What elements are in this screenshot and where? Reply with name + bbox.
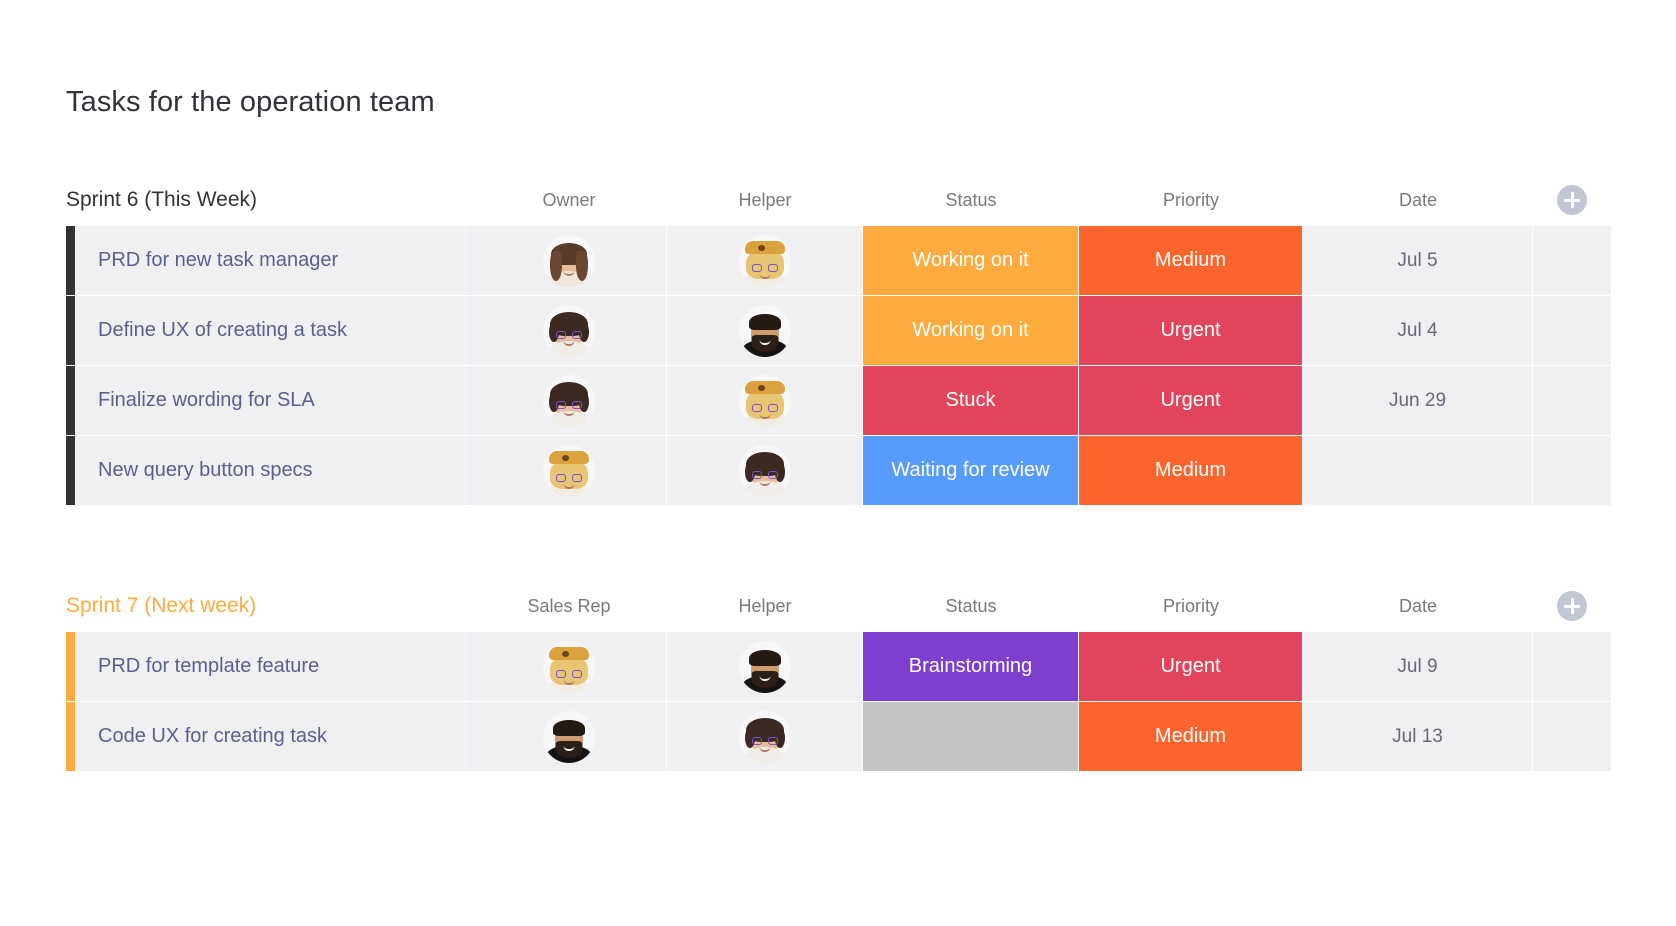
priority-cell[interactable]: Urgent [1079,632,1303,701]
add-column-button[interactable] [1557,185,1587,215]
priority-cell[interactable]: Medium [1079,436,1303,505]
row-accent-bar [66,226,75,295]
table-row[interactable]: PRD for new task manager Working on it Med… [66,226,1611,295]
priority-cell[interactable]: Urgent [1079,296,1303,365]
status-cell[interactable] [863,702,1079,771]
row-blank-cell[interactable] [1533,436,1611,505]
table-row[interactable]: New query button specs Waiting for review… [66,436,1611,505]
priority-cell[interactable]: Medium [1079,702,1303,771]
group-sprint-7: Sprint 7 (Next week) Sales Rep Helper St… [66,584,1611,772]
table-row[interactable]: Finalize wording for SLA Stuck Urgent Jun 2… [66,366,1611,435]
avatar[interactable] [542,710,595,763]
table-row[interactable]: PRD for template feature Brainstorming Urg… [66,632,1611,701]
date-cell[interactable]: Jul 5 [1303,226,1533,295]
add-column-button[interactable] [1557,591,1587,621]
row-accent-bar [66,702,75,771]
task-name-cell[interactable]: Finalize wording for SLA [66,366,471,435]
table-row[interactable]: Code UX for creating task Medium Jul 13 [66,702,1611,771]
column-header-status[interactable]: Status [863,190,1079,211]
column-header-helper[interactable]: Helper [667,596,863,617]
date-cell[interactable]: Jun 29 [1303,366,1533,435]
avatar[interactable] [738,374,791,427]
avatar[interactable] [542,234,595,287]
row-blank-cell[interactable] [1533,226,1611,295]
row-accent-bar [66,366,75,435]
avatar[interactable] [738,640,791,693]
avatar[interactable] [542,444,595,497]
helper-cell[interactable] [667,226,863,295]
avatar[interactable] [542,304,595,357]
helper-cell[interactable] [667,436,863,505]
helper-cell[interactable] [667,702,863,771]
status-cell[interactable]: Working on it [863,226,1079,295]
date-cell[interactable]: Jul 9 [1303,632,1533,701]
status-cell[interactable]: Working on it [863,296,1079,365]
column-header-helper[interactable]: Helper [667,190,863,211]
page-title: Tasks for the operation team [66,86,435,118]
column-header-date[interactable]: Date [1303,596,1533,617]
group-rows: PRD for template feature Brainstorming Urg… [66,632,1611,771]
task-name-cell[interactable]: Code UX for creating task [66,702,471,771]
status-cell[interactable]: Stuck [863,366,1079,435]
owner-cell[interactable] [471,702,667,771]
date-cell[interactable] [1303,436,1533,505]
group-sprint-6: Sprint 6 (This Week) Owner Helper Status… [66,178,1611,506]
row-accent-bar [66,296,75,365]
owner-cell[interactable] [471,436,667,505]
row-accent-bar [66,632,75,701]
table-row[interactable]: Define UX of creating a task Working on i… [66,296,1611,365]
row-blank-cell[interactable] [1533,702,1611,771]
group-header: Sprint 7 (Next week) Sales Rep Helper St… [66,584,1611,628]
task-name-cell[interactable]: New query button specs [66,436,471,505]
add-column-cell [1533,185,1611,215]
task-name-cell[interactable]: PRD for new task manager [66,226,471,295]
row-accent-bar [66,436,75,505]
priority-cell[interactable]: Medium [1079,226,1303,295]
task-name-cell[interactable]: Define UX of creating a task [66,296,471,365]
task-board: Tasks for the operation team Sprint 6 (T… [0,0,1676,926]
avatar[interactable] [738,444,791,497]
date-cell[interactable]: Jul 13 [1303,702,1533,771]
task-name-cell[interactable]: PRD for template feature [66,632,471,701]
column-header-sales-rep[interactable]: Sales Rep [471,596,667,617]
owner-cell[interactable] [471,296,667,365]
avatar[interactable] [738,710,791,763]
column-header-status[interactable]: Status [863,596,1079,617]
helper-cell[interactable] [667,366,863,435]
owner-cell[interactable] [471,226,667,295]
row-blank-cell[interactable] [1533,366,1611,435]
group-rows: PRD for new task manager Working on it Med… [66,226,1611,505]
status-cell[interactable]: Brainstorming [863,632,1079,701]
status-cell[interactable]: Waiting for review [863,436,1079,505]
row-blank-cell[interactable] [1533,632,1611,701]
group-header: Sprint 6 (This Week) Owner Helper Status… [66,178,1611,222]
avatar[interactable] [738,234,791,287]
column-header-priority[interactable]: Priority [1079,190,1303,211]
add-column-cell [1533,591,1611,621]
column-header-priority[interactable]: Priority [1079,596,1303,617]
group-title[interactable]: Sprint 6 (This Week) [66,188,471,212]
priority-cell[interactable]: Urgent [1079,366,1303,435]
owner-cell[interactable] [471,632,667,701]
date-cell[interactable]: Jul 4 [1303,296,1533,365]
avatar[interactable] [738,304,791,357]
helper-cell[interactable] [667,632,863,701]
column-header-date[interactable]: Date [1303,190,1533,211]
avatar[interactable] [542,640,595,693]
helper-cell[interactable] [667,296,863,365]
avatar[interactable] [542,374,595,427]
group-title[interactable]: Sprint 7 (Next week) [66,594,471,618]
column-header-owner[interactable]: Owner [471,190,667,211]
row-blank-cell[interactable] [1533,296,1611,365]
owner-cell[interactable] [471,366,667,435]
